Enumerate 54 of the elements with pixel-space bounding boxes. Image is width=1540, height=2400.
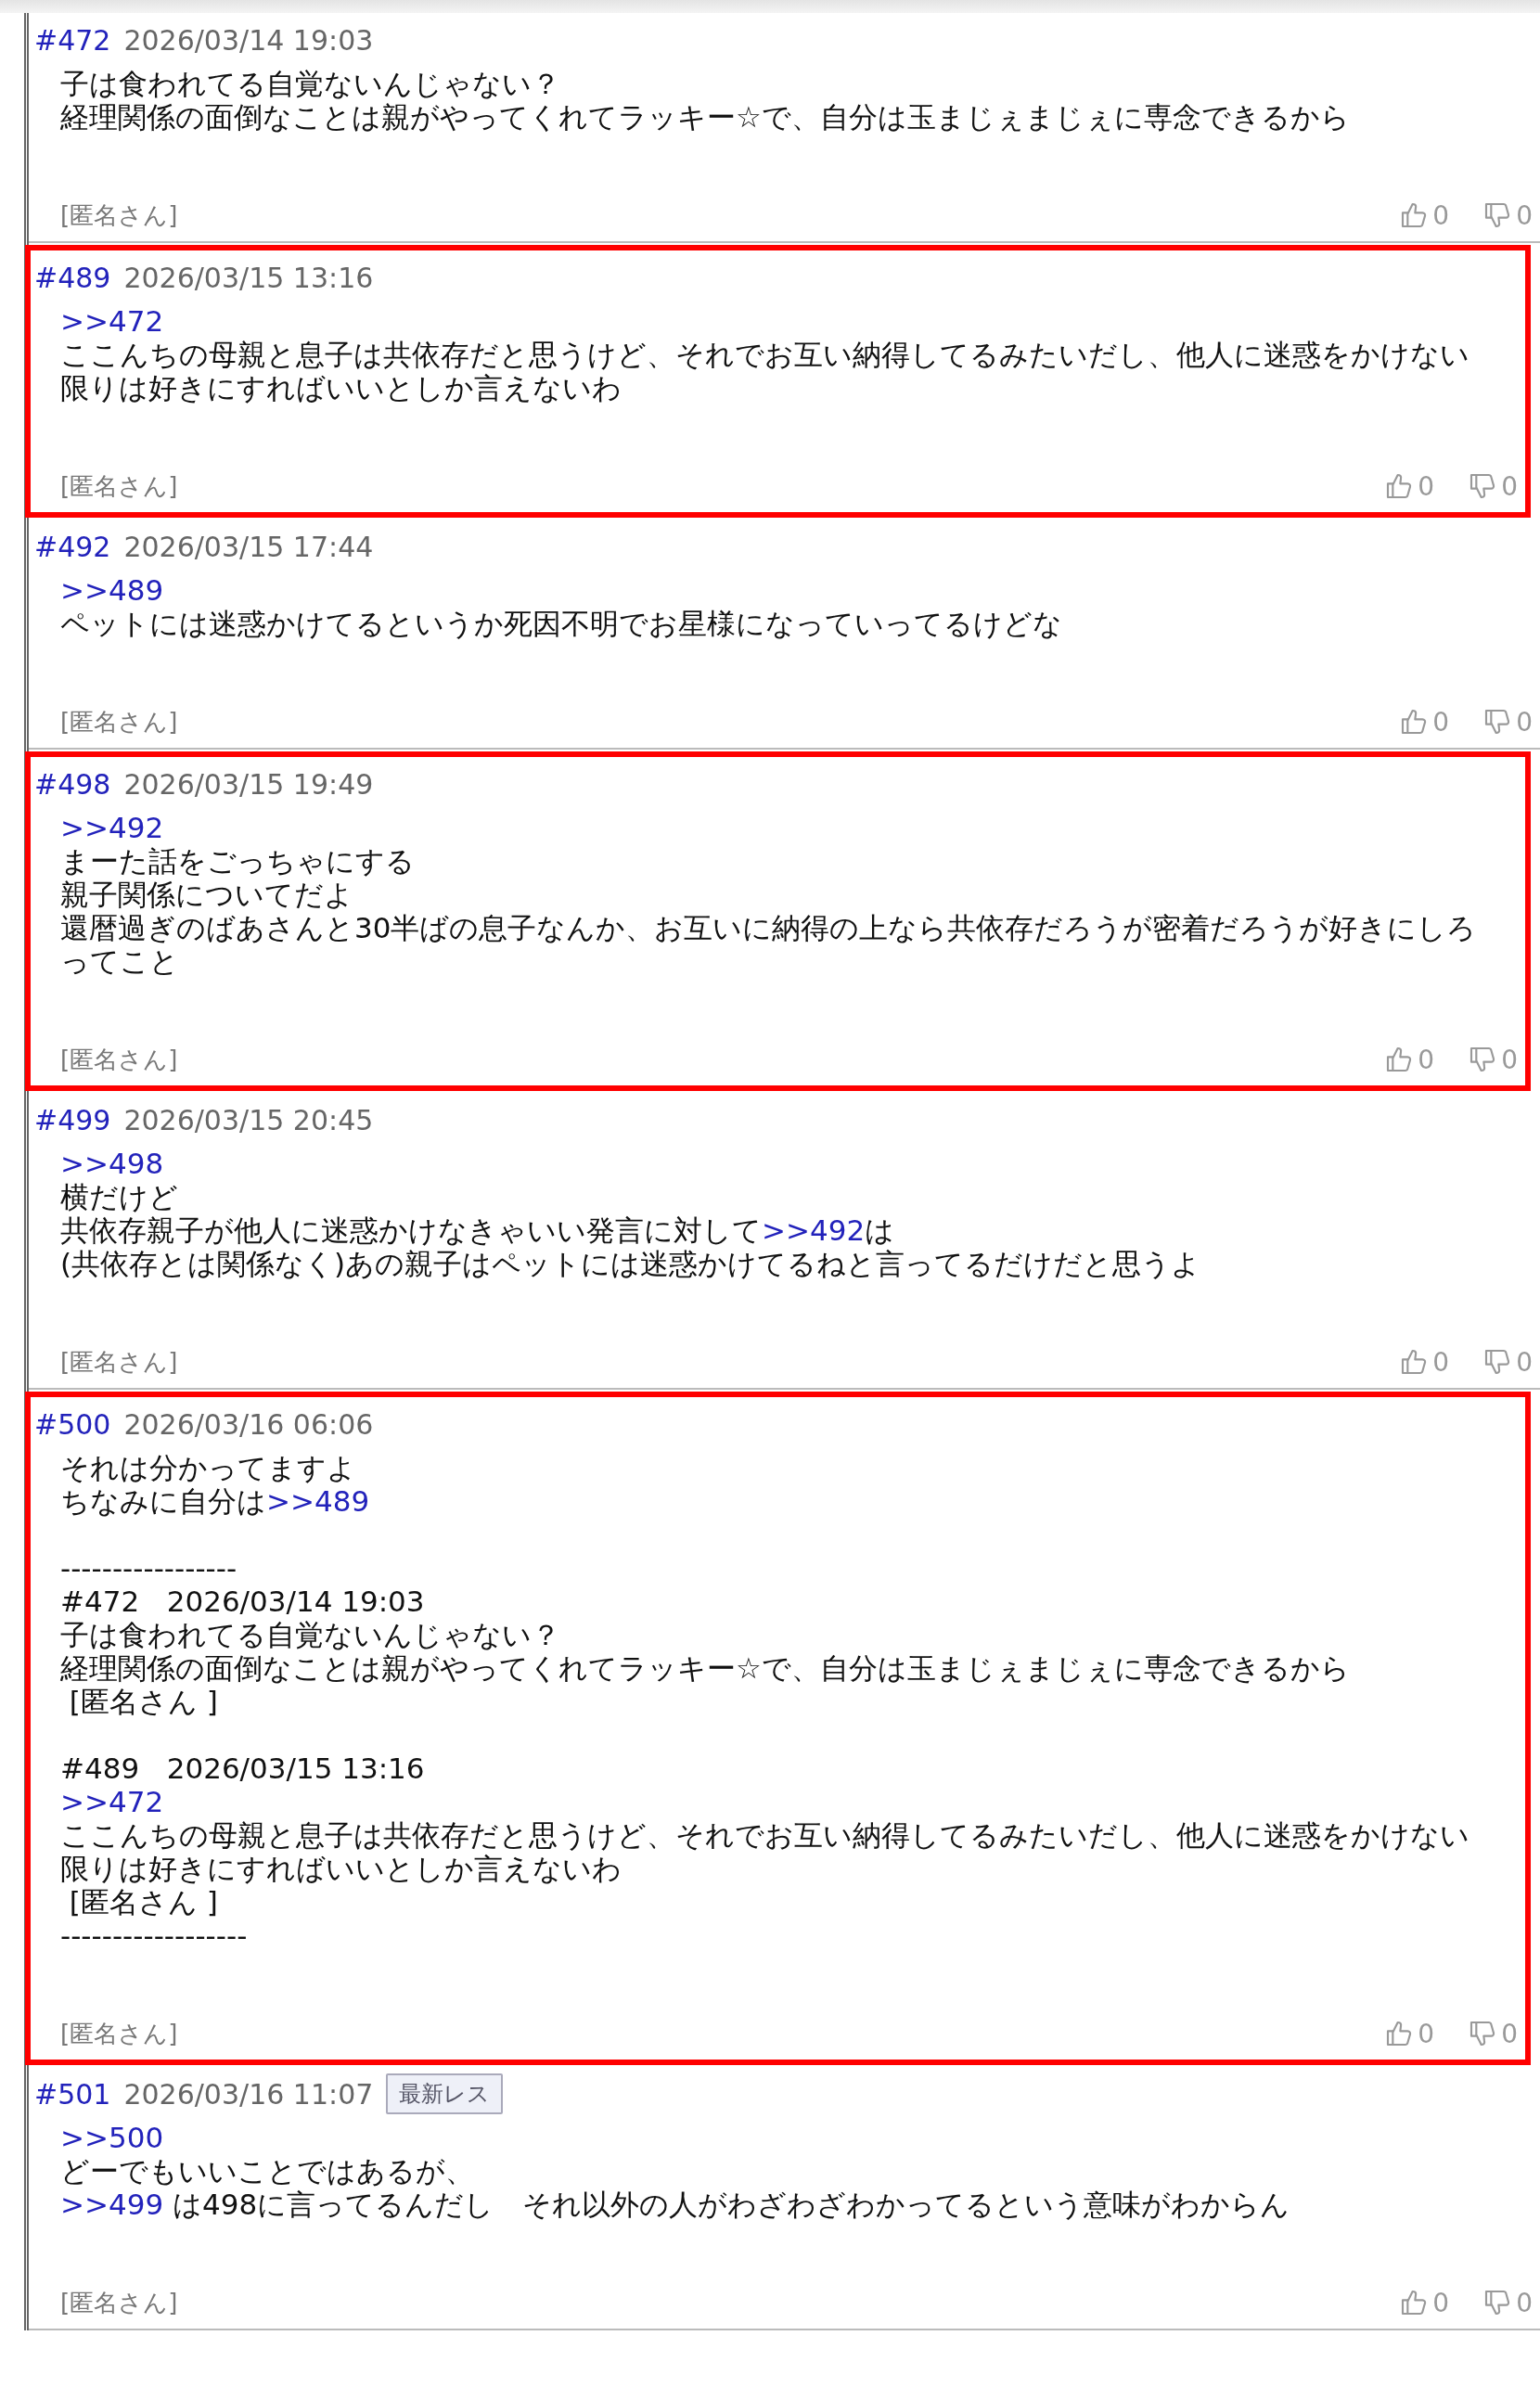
- post-text: 子は食われてる自覚ないんじゃない？: [60, 1618, 561, 1651]
- post-text: 子は食われてる自覚ないんじゃない？: [60, 67, 561, 100]
- reply-link[interactable]: >>492: [762, 1213, 866, 1247]
- post-text: ここんちの母親と息子は共依存だと思うけど、それでお互い納得してるみたいだし、他人に迷惑をかけない限りは好きにすればいいとしか言えないわ: [60, 338, 1470, 404]
- post-text: 経理関係の面倒なことは親がやってくれてラッキー☆で、自分は玉まじぇまじぇに専念できるから: [60, 1651, 1351, 1685]
- post-date: 2026/03/16 11:07: [123, 2077, 374, 2111]
- post-text: 経理関係の面倒なことは親がやってくれてラッキー☆で、自分は玉まじぇまじぇに専念できるから: [60, 100, 1351, 134]
- post-text: どーでもいいことではあるが、: [60, 2154, 475, 2188]
- post-number-link[interactable]: #499: [34, 1103, 111, 1136]
- author-name: [匿名さん]: [60, 1346, 178, 1378]
- author-name: [匿名さん]: [60, 470, 178, 502]
- post-text: ちなみに自分は>>489: [60, 1484, 371, 1518]
- author-name: [匿名さん]: [60, 2018, 178, 2049]
- post-number-link[interactable]: #500: [34, 1407, 111, 1441]
- reply-link[interactable]: >>472: [60, 304, 164, 338]
- author-name: [匿名さん]: [60, 1044, 178, 1075]
- author-name: [匿名さん]: [60, 199, 178, 231]
- post-date: 2026/03/16 06:06: [123, 1407, 374, 1441]
- reply-link[interactable]: >>498: [60, 1147, 164, 1180]
- post-text: それは分かってますよ: [60, 1451, 357, 1484]
- post-text: [匿名さん ]: [68, 1885, 219, 1919]
- post-text: (共依存とは関係なく)あの親子はペットには迷惑かけてるねと言ってるだけだと思うよ: [60, 1247, 1202, 1280]
- reply-link[interactable]: >>492: [60, 811, 164, 844]
- post-date: 2026/03/15 19:49: [123, 767, 374, 801]
- post-text: #472 2026/03/14 19:03: [60, 1585, 426, 1618]
- author-name: [匿名さん]: [60, 2287, 178, 2318]
- post-text: まーた話をごっちゃにする: [60, 844, 416, 878]
- post-number-link[interactable]: #492: [34, 530, 111, 563]
- post-date: 2026/03/15 17:44: [123, 530, 374, 563]
- post-text: >>499 は498に言ってるんだし それ以外の人がわざわざわかってるという意味がわからん: [60, 2188, 1291, 2221]
- post-text: 還暦過ぎのばあさんと30半ばの息子なんか、お互いに納得の上なら共依存だろうが密着だろうが好きにしろってこと: [60, 911, 1478, 978]
- post-number-link[interactable]: #472: [34, 23, 111, 57]
- reply-link[interactable]: >>499: [60, 2188, 164, 2221]
- reply-link[interactable]: >>500: [60, 2121, 164, 2154]
- post-date: 2026/03/15 13:16: [123, 261, 374, 294]
- post-text: 横だけど: [60, 1180, 179, 1213]
- post-text: ここんちの母親と息子は共依存だと思うけど、それでお互い納得してるみたいだし、他人に迷惑をかけない限りは好きにすればいいとしか言えないわ: [60, 1818, 1470, 1885]
- post-text: ペットには迷惑かけてるというか死因不明でお星様になっていってるけどな: [60, 607, 1063, 640]
- author-name: [匿名さん]: [60, 706, 178, 738]
- latest-reply-badge: 最新レス: [386, 2073, 504, 2114]
- post-text: 親子関係についてだよ: [60, 878, 354, 911]
- post-text: [匿名さん ]: [68, 1685, 219, 1718]
- reply-link[interactable]: >>489: [266, 1484, 370, 1518]
- post-number-link[interactable]: #501: [34, 2077, 111, 2111]
- post-date: 2026/03/15 20:45: [123, 1103, 374, 1136]
- post-date: 2026/03/14 19:03: [123, 23, 374, 57]
- reply-link[interactable]: >>472: [60, 1785, 164, 1818]
- post-text: -----------------: [60, 1551, 238, 1585]
- reply-link[interactable]: >>489: [60, 573, 164, 607]
- post-text: 共依存親子が他人に迷惑かけなきゃいい発言に対して>>492は: [60, 1213, 896, 1247]
- post-text: #489 2026/03/15 13:16: [60, 1752, 426, 1785]
- post-text: ------------------: [60, 1919, 249, 1952]
- post-number-link[interactable]: #489: [34, 261, 111, 294]
- post-number-link[interactable]: #498: [34, 767, 111, 801]
